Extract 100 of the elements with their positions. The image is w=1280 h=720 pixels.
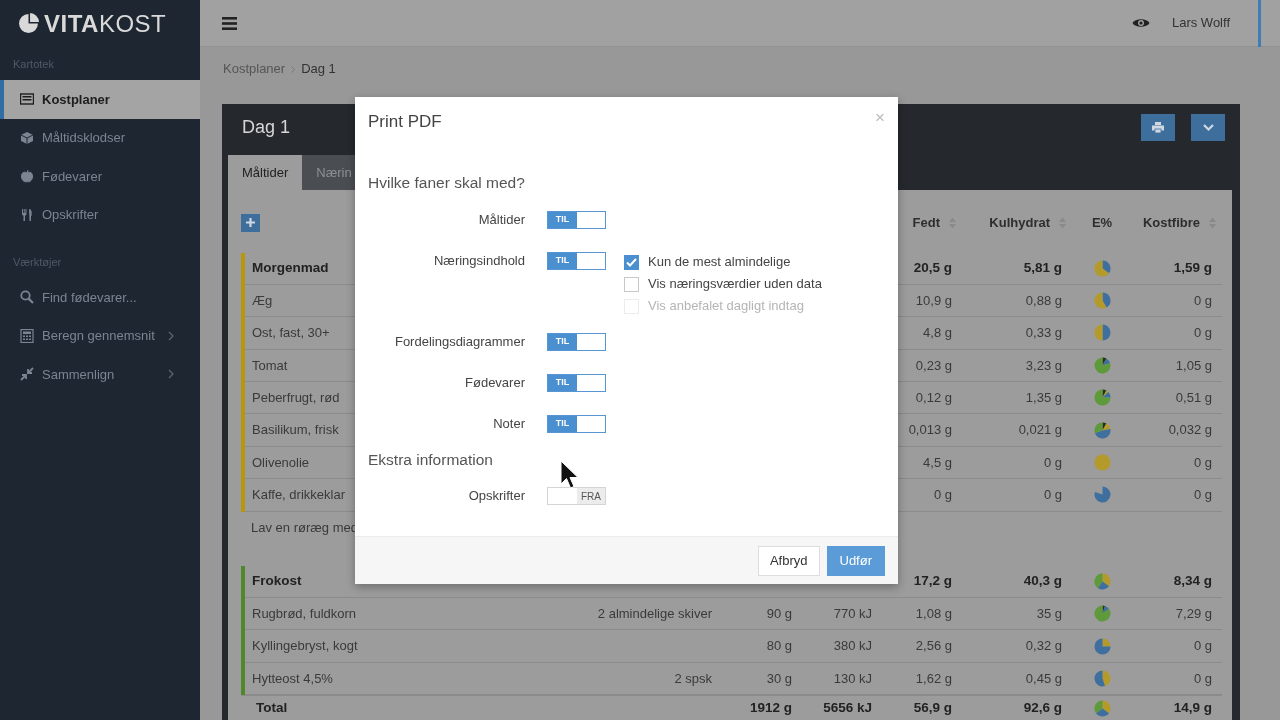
table-cell: 0 g (1043, 454, 1062, 470)
table-cell: Kaffe, drikkeklar (252, 487, 345, 503)
toggle-switch[interactable]: TIL (547, 415, 606, 433)
table-cell: 0 g (1193, 670, 1212, 686)
field-label: Måltider (477, 211, 525, 229)
field-label: Næringsindhold (432, 252, 525, 270)
breadcrumb-item: Dag 1 (301, 60, 336, 78)
toggle-switch[interactable]: TIL (547, 374, 606, 392)
table-cell: 3,23 g (1025, 357, 1062, 373)
sidebar-item[interactable]: Find fødevarer... (0, 278, 200, 317)
table-cell: 4,5 g (923, 454, 952, 470)
table-cell: 17,2 g (913, 573, 952, 589)
table-cell: 2 spsk (674, 670, 712, 686)
table-cell: 40,3 g (1023, 573, 1062, 589)
toggle-switch[interactable]: TIL (547, 211, 606, 229)
toggle-switch[interactable]: TIL (547, 333, 606, 351)
pie-chart-icon (1093, 324, 1111, 342)
dropdown-button[interactable] (1191, 114, 1225, 142)
eye-icon[interactable] (1131, 17, 1150, 29)
pie-chart-icon (1093, 421, 1111, 439)
table-cell: Kyllingebryst, kogt (252, 638, 358, 654)
table-cell: 770 kJ (833, 605, 872, 621)
table-cell: 0 g (1193, 292, 1212, 308)
group-title: Morgenmad (252, 260, 329, 276)
group-title: Frokost (252, 573, 302, 589)
chevron-icon (291, 65, 296, 73)
checkbox[interactable] (624, 254, 639, 270)
pie-chart-icon (1093, 356, 1111, 374)
table-cell: Rugbrød, fuldkorn (252, 605, 357, 621)
table-cell: 0,51 g (1175, 389, 1212, 405)
table-cell: 90 g (766, 605, 792, 621)
pie-chart-icon (1093, 486, 1111, 504)
table-cell: 0 g (1193, 487, 1212, 503)
table-cell: 5656 kJ (823, 700, 872, 716)
menu-button[interactable] (222, 16, 237, 30)
table-cell: 35 g (1036, 605, 1062, 621)
table-cell: 30 g (766, 670, 792, 686)
sidebar-item[interactable]: Opskrifter (0, 195, 200, 234)
table-cell: 92,6 g (1023, 700, 1062, 716)
cancel-button[interactable]: Afbryd (757, 545, 820, 576)
table-cell: 1,05 g (1175, 357, 1212, 373)
table-cell: Ost, fast, 30+ (252, 325, 330, 341)
table-cell: 1,35 g (1025, 389, 1062, 405)
table-cell: 0 g (1193, 325, 1212, 341)
section-heading: Hvilke faner skal med? (368, 173, 526, 193)
breadcrumb-item[interactable]: Kostplaner (223, 59, 286, 79)
table-cell: 2,56 g (915, 638, 952, 654)
menu-icon (222, 16, 237, 30)
table-cell: 1,62 g (915, 670, 952, 686)
column-header[interactable]: Kostfibre (1142, 213, 1200, 233)
printer-icon (1152, 122, 1164, 134)
pie-chart-icon (1093, 669, 1111, 687)
table-cell: Basilikum, frisk (252, 422, 339, 438)
list-icon (20, 92, 34, 107)
add-button[interactable] (241, 213, 260, 232)
panel-title: Dag 1 (242, 116, 291, 140)
sidebar-item[interactable]: Sammenlign (0, 355, 200, 394)
user-name[interactable]: Lars Wolff (1171, 13, 1230, 33)
table-cell: 0 g (1043, 487, 1062, 503)
field-label: Fordelingsdiagrammer (393, 333, 525, 351)
search-icon (20, 290, 34, 305)
table-cell: 1912 g (749, 700, 792, 716)
table-cell: 8,34 g (1173, 573, 1212, 589)
print-button[interactable] (1141, 114, 1175, 142)
pie-chart-icon (1093, 453, 1111, 471)
table-cell: 0,12 g (915, 389, 952, 405)
column-header: E% (1091, 214, 1113, 233)
table-cell: 4,8 g (923, 325, 952, 341)
sidebar-item[interactable]: Kostplaner (0, 80, 200, 119)
logo-text: VITAKOST (44, 11, 167, 36)
sidebar-item[interactable]: Fødevarer (0, 157, 200, 196)
tab[interactable]: Måltider (228, 154, 303, 190)
pie-chart-icon (1093, 637, 1111, 655)
plus-icon (246, 218, 255, 228)
table-cell: 80 g (766, 638, 792, 654)
cutlery-icon (20, 207, 34, 222)
table-cell: 5,81 g (1023, 260, 1062, 276)
apple-icon (20, 169, 34, 184)
pie-chart-icon (1093, 572, 1111, 590)
checkbox-label: Vis anbefalet dagligt indtag (648, 297, 804, 316)
toggle-switch[interactable]: TIL (547, 252, 606, 270)
column-header[interactable]: Fedt (912, 213, 940, 233)
table-cell: 0 g (933, 487, 952, 503)
column-header[interactable]: Kulhydrat (989, 213, 1050, 233)
arrows-icon (20, 367, 34, 382)
sidebar-item[interactable]: Beregn gennemsnit (0, 316, 200, 355)
table-cell: 0 g (1193, 454, 1212, 470)
table-cell: 0,33 g (1025, 325, 1062, 341)
toggle-switch[interactable]: FRA (547, 487, 606, 505)
checkbox[interactable] (624, 276, 639, 292)
sidebar-item[interactable]: Måltidsklodser (0, 118, 200, 157)
table-cell: 0,021 g (1018, 422, 1062, 438)
pie-chart-icon (1093, 389, 1111, 407)
table-cell: 10,9 g (915, 292, 952, 308)
table-cell: 14,9 g (1173, 700, 1212, 716)
submit-button[interactable]: Udfør (826, 545, 885, 576)
table-cell: 0,45 g (1025, 670, 1062, 686)
table-cell: 7,29 g (1175, 605, 1212, 621)
section-heading: Ekstra information (368, 450, 494, 470)
table-cell: Peberfrugt, rød (252, 389, 340, 405)
